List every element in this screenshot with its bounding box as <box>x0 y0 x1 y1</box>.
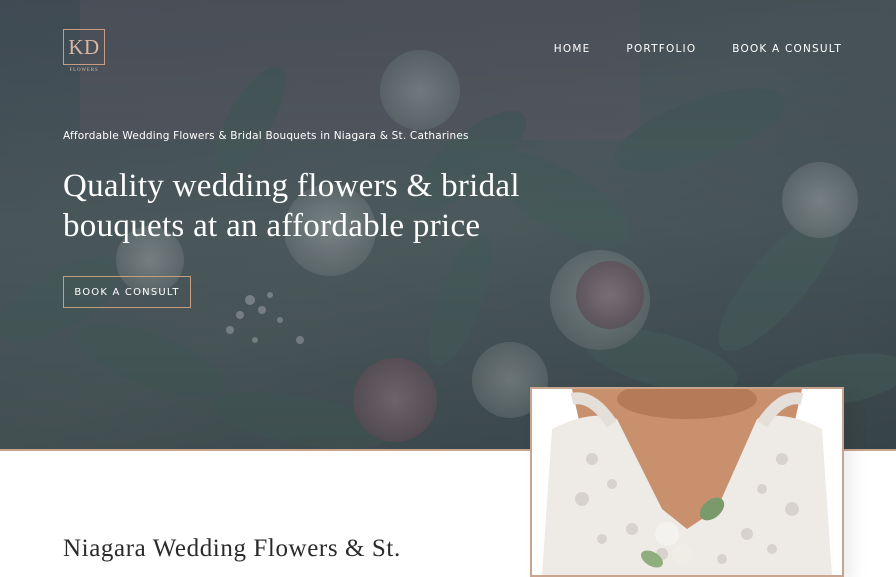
logo-subtext: FLOWERS <box>69 68 99 73</box>
hero-section: KD FLOWERS HOME PORTFOLIO BOOK A CONSULT… <box>0 0 896 449</box>
nav-home[interactable]: HOME <box>554 43 591 55</box>
intro-title: Niagara Wedding Flowers & St. <box>63 535 401 562</box>
logo-mark: KD <box>68 34 100 59</box>
logo[interactable]: KD <box>63 29 105 65</box>
bride-photo-image <box>532 389 842 575</box>
main-nav: HOME PORTFOLIO BOOK A CONSULT <box>554 43 842 55</box>
hero-eyebrow: Affordable Wedding Flowers & Bridal Bouq… <box>63 130 469 142</box>
hero-headline: Quality wedding flowers & bridal bouquet… <box>63 168 520 244</box>
book-consult-button[interactable]: BOOK A CONSULT <box>63 276 191 308</box>
nav-book-consult[interactable]: BOOK A CONSULT <box>732 43 842 55</box>
bride-photo <box>530 387 844 577</box>
nav-portfolio[interactable]: PORTFOLIO <box>626 43 696 55</box>
